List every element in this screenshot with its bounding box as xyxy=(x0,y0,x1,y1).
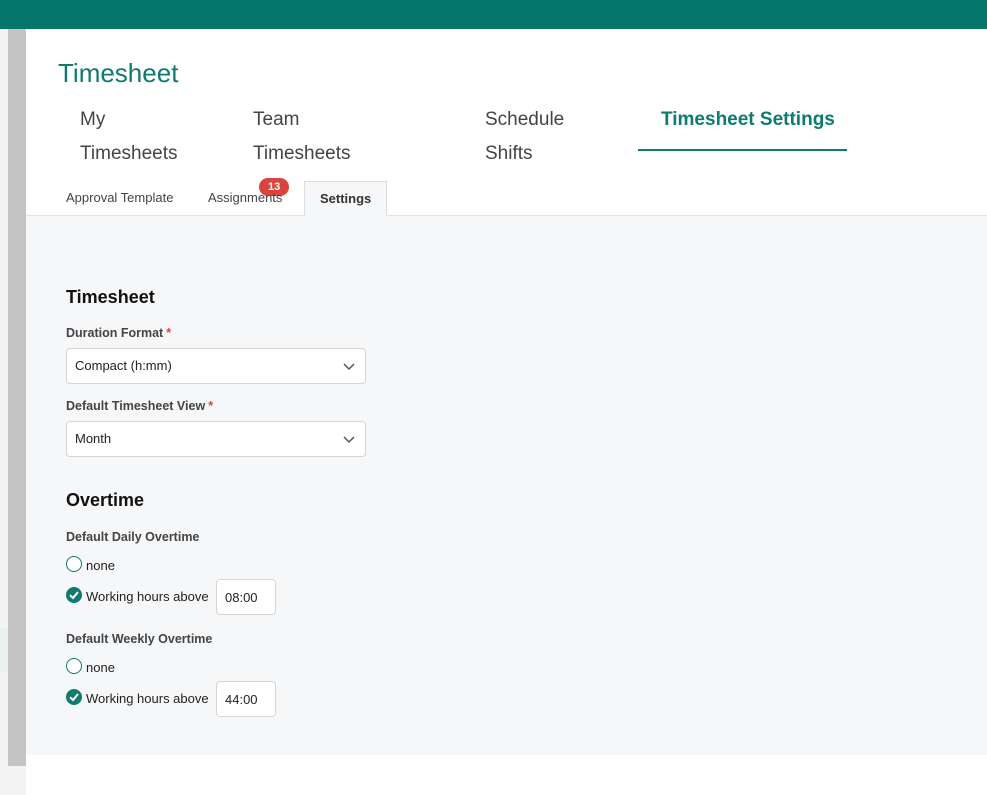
tab-team-timesheets[interactable]: Team Timesheets13 xyxy=(253,103,351,196)
settings-subtabs: Approval Template Assignments Settings xyxy=(26,181,987,216)
chevron-down-icon xyxy=(343,436,355,444)
tab-label: Team Timesheets xyxy=(253,109,351,164)
timesheet-section-title: Timesheet xyxy=(66,287,155,307)
checkmark-icon xyxy=(69,693,79,702)
label-text: Duration Format xyxy=(66,326,164,340)
default-view-label: Default Timesheet View * xyxy=(66,399,213,413)
settings-panel: Timesheet Duration Format * Compact (h:mm… xyxy=(26,216,987,755)
required-marker: * xyxy=(166,326,172,340)
radio-label: none xyxy=(86,660,115,675)
daily-overtime-label: Default Daily Overtime xyxy=(66,530,200,544)
overtime-section-title: Overtime xyxy=(66,490,145,510)
checkmark-icon xyxy=(69,591,79,600)
subtab-approval-template[interactable]: Approval Template xyxy=(66,181,173,216)
tab-timesheet-settings[interactable]: Timesheet Settings xyxy=(638,103,847,151)
left-gutter-highlight xyxy=(0,628,8,672)
top-app-bar xyxy=(0,0,987,29)
radio-label: Working hours above xyxy=(86,691,209,706)
page-title: Timesheet xyxy=(58,58,179,88)
radio-unchecked-icon xyxy=(66,556,82,572)
daily-overtime-hours-input[interactable] xyxy=(216,579,276,615)
chevron-down-icon xyxy=(343,363,355,371)
radio-checked-icon xyxy=(66,689,82,705)
left-scrollbar[interactable] xyxy=(8,29,26,766)
duration-format-select[interactable]: Compact (h:mm) xyxy=(66,348,366,384)
duration-format-label: Duration Format * xyxy=(66,326,171,340)
tab-my-timesheets[interactable]: My Timesheets xyxy=(80,103,178,164)
label-text: Default Timesheet View xyxy=(66,399,206,413)
subtab-assignments[interactable]: Assignments xyxy=(208,181,282,216)
tab-label: Schedule Shifts xyxy=(485,109,565,164)
tab-label: Timesheet Settings xyxy=(661,109,835,130)
weekly-overtime-hours-input[interactable] xyxy=(216,681,276,717)
radio-unchecked-icon xyxy=(66,658,82,674)
radio-label: Working hours above xyxy=(86,589,209,604)
radio-checked-icon xyxy=(66,587,82,603)
left-gutter xyxy=(0,29,8,795)
select-value: Month xyxy=(75,431,112,446)
required-marker: * xyxy=(208,399,214,413)
default-view-select[interactable]: Month xyxy=(66,421,366,457)
left-scrollbar-track-end xyxy=(8,766,26,795)
subtab-settings[interactable]: Settings xyxy=(304,181,388,216)
radio-label: none xyxy=(86,558,115,573)
tab-label: My Timesheets xyxy=(80,109,178,164)
select-value: Compact (h:mm) xyxy=(75,358,172,373)
weekly-overtime-label: Default Weekly Overtime xyxy=(66,632,213,646)
tab-schedule-shifts[interactable]: Schedule Shifts xyxy=(485,103,564,164)
